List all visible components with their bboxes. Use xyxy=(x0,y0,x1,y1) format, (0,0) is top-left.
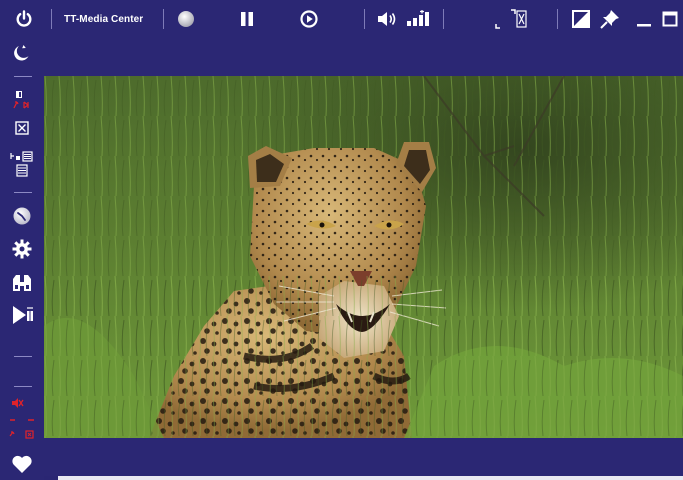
binoculars-icon xyxy=(13,275,31,291)
toolbar-separator xyxy=(364,9,365,29)
sidebar-divider xyxy=(14,192,32,193)
volume-icon xyxy=(378,12,396,26)
mute-button[interactable] xyxy=(0,396,44,444)
fullscreen-button[interactable] xyxy=(490,0,532,38)
signal-icon xyxy=(13,91,29,109)
mute-icon xyxy=(9,398,34,439)
volume-level-icon xyxy=(407,10,429,26)
timer-button[interactable] xyxy=(0,204,44,228)
toolbar-separator xyxy=(51,9,52,29)
settings-gear-icon xyxy=(12,239,32,259)
favorite-heart-icon xyxy=(12,455,32,473)
pin-button[interactable] xyxy=(598,0,622,38)
minimize-icon xyxy=(637,24,651,27)
letterbox-bottom xyxy=(44,438,683,476)
play-icon xyxy=(300,10,318,28)
aspect-ratio-button[interactable] xyxy=(570,0,592,38)
status-strip xyxy=(58,476,683,480)
playlist-button[interactable] xyxy=(0,146,44,182)
close-channel-button[interactable] xyxy=(0,119,44,137)
power-icon xyxy=(16,10,32,27)
close-x-icon xyxy=(15,121,29,135)
clock-icon xyxy=(13,207,31,225)
power-button[interactable] xyxy=(10,0,38,38)
video-display[interactable] xyxy=(44,76,683,438)
volume-level-control[interactable] xyxy=(405,0,431,38)
settings-button[interactable] xyxy=(0,236,44,262)
standby-icon xyxy=(14,45,29,61)
sidebar-divider xyxy=(14,76,32,77)
pause-button[interactable] xyxy=(236,0,258,38)
aspect-icon xyxy=(572,10,590,28)
maximize-icon xyxy=(662,11,678,27)
fullscreen-icon xyxy=(495,9,527,29)
list-icon xyxy=(10,151,33,177)
favorite-button[interactable] xyxy=(0,450,44,478)
pin-icon xyxy=(600,10,619,29)
top-toolbar: TT-Media Center xyxy=(0,0,683,38)
media-center-window: TT-Media Center xyxy=(0,0,683,480)
record-icon xyxy=(178,11,194,27)
maximize-button[interactable] xyxy=(659,0,681,38)
sidebar-divider xyxy=(14,386,32,387)
signal-button[interactable] xyxy=(0,88,44,118)
app-title: TT-Media Center xyxy=(64,13,144,25)
record-button[interactable] xyxy=(175,0,197,38)
sidebar-divider xyxy=(14,356,32,357)
toolbar-separator xyxy=(163,9,164,29)
toolbar-separator xyxy=(443,9,444,29)
left-sidebar xyxy=(0,38,44,480)
search-button[interactable] xyxy=(0,270,44,296)
play-next-icon xyxy=(13,306,33,324)
minimize-button[interactable] xyxy=(633,0,655,38)
standby-button[interactable] xyxy=(0,40,44,66)
play-next-button[interactable] xyxy=(0,302,44,328)
letterbox-top xyxy=(44,38,683,76)
toolbar-separator xyxy=(557,9,558,29)
leopard-video-frame xyxy=(44,76,683,438)
volume-button[interactable] xyxy=(375,0,399,38)
play-button[interactable] xyxy=(298,0,320,38)
pause-icon xyxy=(241,12,253,26)
